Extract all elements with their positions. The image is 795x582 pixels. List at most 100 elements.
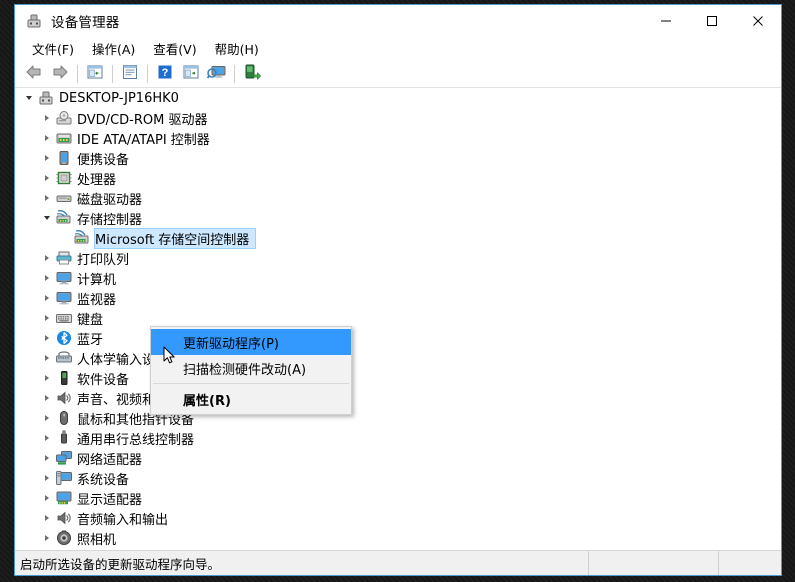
tree-item-label: 存储控制器 bbox=[77, 212, 143, 228]
system-device-icon bbox=[55, 469, 73, 487]
maximize-button[interactable] bbox=[689, 5, 735, 37]
dvd-drive-icon bbox=[55, 109, 73, 127]
chevron-right-icon[interactable] bbox=[39, 348, 55, 368]
ctx-scan-hardware-changes[interactable]: 扫描检测硬件改动(A) bbox=[151, 355, 351, 381]
context-menu[interactable]: 更新驱动程序(P) 扫描检测硬件改动(A) 属性(R) bbox=[150, 326, 352, 415]
tree-item[interactable]: 打印队列 bbox=[15, 248, 781, 268]
tree-item[interactable]: DVD/CD-ROM 驱动器 bbox=[15, 108, 781, 128]
status-bar: 启动所选设备的更新驱动程序向导。 bbox=[15, 551, 781, 575]
chevron-right-icon[interactable] bbox=[39, 248, 55, 268]
chevron-down-icon[interactable] bbox=[39, 208, 55, 228]
chevron-right-icon[interactable] bbox=[39, 108, 55, 128]
chevron-right-icon[interactable] bbox=[39, 468, 55, 488]
monitor-icon bbox=[55, 289, 73, 307]
ctx-properties[interactable]: 属性(R) bbox=[151, 386, 351, 412]
tree-item[interactable]: DESKTOP-JP16HK0 bbox=[15, 88, 781, 108]
context-menu-separator bbox=[153, 383, 349, 384]
menu-view[interactable]: 查看(V) bbox=[144, 37, 205, 60]
tree-item-label: 磁盘驱动器 bbox=[77, 192, 143, 208]
chevron-right-icon[interactable] bbox=[39, 488, 55, 508]
tree-item[interactable]: 软件设备 bbox=[15, 368, 781, 388]
chevron-right-icon[interactable] bbox=[39, 388, 55, 408]
toolbar-back[interactable] bbox=[21, 62, 47, 86]
computer-root-icon bbox=[37, 89, 55, 107]
storage-controller-icon bbox=[73, 229, 91, 247]
chevron-right-icon[interactable] bbox=[39, 408, 55, 428]
tree-item[interactable]: 存储控制器 bbox=[15, 208, 781, 228]
tree-item[interactable]: 磁盘驱动器 bbox=[15, 188, 781, 208]
portable-device-icon bbox=[55, 149, 73, 167]
chevron-down-icon[interactable] bbox=[21, 88, 37, 108]
tree-item[interactable]: 通用串行总线控制器 bbox=[15, 428, 781, 448]
disk-drive-icon bbox=[55, 189, 73, 207]
no-twisty bbox=[57, 228, 73, 248]
chevron-right-icon[interactable] bbox=[39, 308, 55, 328]
device-tree[interactable]: DESKTOP-JP16HK0 DVD/CD-ROM 驱动器 IDE ATA/ATA… bbox=[15, 88, 781, 551]
sound-video-game-icon bbox=[55, 389, 73, 407]
chevron-right-icon[interactable] bbox=[39, 148, 55, 168]
chevron-right-icon[interactable] bbox=[39, 428, 55, 448]
tree-item[interactable]: 鼠标和其他指针设备 bbox=[15, 408, 781, 428]
back-arrow-icon bbox=[24, 63, 44, 85]
chevron-right-icon[interactable] bbox=[39, 268, 55, 288]
chevron-right-icon[interactable] bbox=[39, 528, 55, 548]
tree-item[interactable]: 监视器 bbox=[15, 288, 781, 308]
tree-item[interactable]: 音频输入和输出 bbox=[15, 508, 781, 528]
tree-item-label: 系统设备 bbox=[77, 472, 130, 488]
toolbar-properties[interactable] bbox=[117, 62, 143, 86]
chevron-right-icon[interactable] bbox=[39, 368, 55, 388]
tree-item[interactable]: 键盘 bbox=[15, 308, 781, 328]
software-device-icon bbox=[55, 369, 73, 387]
tree-item-label: DESKTOP-JP16HK0 bbox=[59, 90, 179, 106]
tree-item-label: 监视器 bbox=[77, 292, 117, 308]
toolbar-forward[interactable] bbox=[47, 62, 73, 86]
computer-icon bbox=[55, 269, 73, 287]
menu-bar: 文件(F) 操作(A) 查看(V) 帮助(H) bbox=[15, 37, 781, 60]
toolbar-help[interactable]: ? bbox=[152, 62, 178, 86]
menu-help[interactable]: 帮助(H) bbox=[206, 37, 268, 60]
tree-item[interactable]: 系统设备 bbox=[15, 468, 781, 488]
tree-item-label: 软件设备 bbox=[77, 372, 130, 388]
toolbar-console-tree[interactable] bbox=[82, 62, 108, 86]
caption-buttons bbox=[643, 5, 781, 37]
display-adapter-icon bbox=[55, 489, 73, 507]
close-button[interactable] bbox=[735, 5, 781, 37]
properties-window-icon bbox=[121, 63, 139, 85]
menu-file[interactable]: 文件(F) bbox=[23, 37, 83, 60]
tree-item[interactable]: 照相机 bbox=[15, 528, 781, 548]
tree-item[interactable]: 显示适配器 bbox=[15, 488, 781, 508]
tree-item-label: 打印队列 bbox=[77, 252, 130, 268]
toolbar: ? bbox=[15, 60, 781, 88]
tree-item[interactable]: IDE ATA/ATAPI 控制器 bbox=[15, 128, 781, 148]
toolbar-update-driver[interactable] bbox=[239, 62, 265, 86]
menu-action[interactable]: 操作(A) bbox=[83, 37, 144, 60]
storage-controller-icon bbox=[55, 209, 73, 227]
chevron-right-icon[interactable] bbox=[39, 288, 55, 308]
toolbar-details-pane[interactable] bbox=[178, 62, 204, 86]
tree-item[interactable]: 声音、视频和游戏控制器 bbox=[15, 388, 781, 408]
tree-item[interactable]: Microsoft 存储空间控制器 bbox=[15, 227, 781, 249]
chevron-right-icon[interactable] bbox=[39, 128, 55, 148]
minimize-button[interactable] bbox=[643, 5, 689, 37]
chevron-right-icon[interactable] bbox=[39, 188, 55, 208]
tree-item[interactable]: 人体学输入设备 bbox=[15, 348, 781, 368]
chevron-right-icon[interactable] bbox=[39, 508, 55, 528]
tree-item[interactable]: 处理器 bbox=[15, 168, 781, 188]
device-manager-window: 设备管理器 文件(F) 操作(A) 查看(V) 帮助(H) ? DESKTOP-JP1… bbox=[14, 4, 782, 576]
chevron-right-icon[interactable] bbox=[39, 448, 55, 468]
chevron-right-icon[interactable] bbox=[39, 168, 55, 188]
tree-item-label: 计算机 bbox=[77, 272, 117, 288]
ctx-update-driver[interactable]: 更新驱动程序(P) bbox=[151, 329, 351, 355]
keyboard-icon bbox=[55, 309, 73, 327]
show-hide-details-pane-icon bbox=[182, 63, 200, 85]
tree-item-label: 便携设备 bbox=[77, 152, 130, 168]
tree-item-label: 处理器 bbox=[77, 172, 117, 188]
show-hide-console-tree-icon bbox=[86, 63, 104, 85]
toolbar-scan-changes[interactable] bbox=[204, 62, 230, 86]
tree-item[interactable]: 蓝牙 bbox=[15, 328, 781, 348]
title-bar: 设备管理器 bbox=[15, 5, 781, 37]
tree-item[interactable]: 便携设备 bbox=[15, 148, 781, 168]
chevron-right-icon[interactable] bbox=[39, 328, 55, 348]
tree-item[interactable]: 计算机 bbox=[15, 268, 781, 288]
tree-item[interactable]: 网络适配器 bbox=[15, 448, 781, 468]
